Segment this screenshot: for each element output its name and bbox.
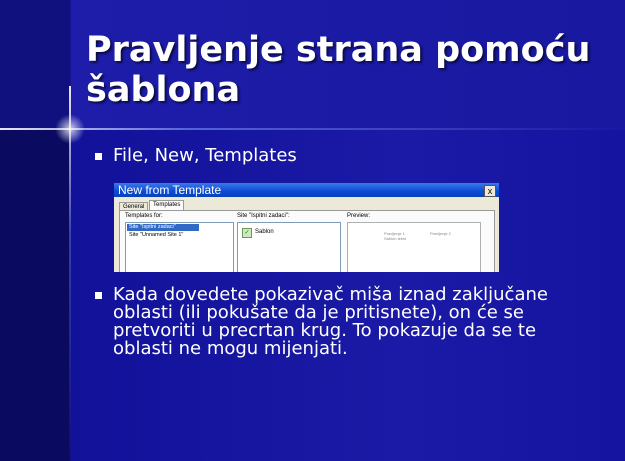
templates-for-label: Templates for: bbox=[125, 213, 163, 219]
tab-templates[interactable]: Templates bbox=[149, 200, 185, 210]
template-item-sablon[interactable]: Sablon bbox=[255, 228, 274, 236]
template-check-icon: ✓ bbox=[242, 228, 252, 238]
site-templates-label: Site "Ispitni zadaci": bbox=[237, 213, 290, 219]
sites-list[interactable]: Site "Ispitni zadaci" Site "Unnamed Site… bbox=[125, 222, 234, 272]
bullet-text: Kada dovedete pokazivač miša iznad zaklj… bbox=[113, 284, 548, 359]
preview-label: Preview: bbox=[347, 213, 371, 219]
dialog-title-bar[interactable]: New from Template x bbox=[114, 183, 499, 197]
slide: Pravljenje strana pomoću šablona File, N… bbox=[0, 0, 625, 461]
new-from-template-dialog: New from Template x General Templates Te… bbox=[114, 183, 499, 272]
dialog-title: New from Template bbox=[118, 183, 222, 197]
templates-list[interactable]: ✓ Sablon bbox=[237, 222, 341, 272]
bullet-text: File, New, Templates bbox=[113, 145, 297, 166]
preview-box: Pravljenje 1 Sablon tekst Pravljenje 2 bbox=[347, 222, 481, 272]
preview-text: Sablon tekst bbox=[384, 236, 407, 241]
horizontal-rule bbox=[0, 128, 625, 130]
bullet-square-icon bbox=[95, 153, 102, 160]
rule-intersection-glow bbox=[55, 114, 85, 144]
templates-panel: Templates for: Site "Ispitni zadaci" Sit… bbox=[119, 210, 495, 272]
slide-title: Pravljenje strana pomoću šablona bbox=[86, 30, 591, 110]
close-icon[interactable]: x bbox=[484, 185, 496, 197]
site-item-unnamed-site-1[interactable]: Site "Unnamed Site 1" bbox=[127, 232, 183, 239]
bullet-square-icon bbox=[95, 292, 102, 299]
site-item-ispitni-zadaci[interactable]: Site "Ispitni zadaci" bbox=[127, 224, 199, 231]
preview-text: Pravljenje 2 bbox=[430, 231, 451, 236]
